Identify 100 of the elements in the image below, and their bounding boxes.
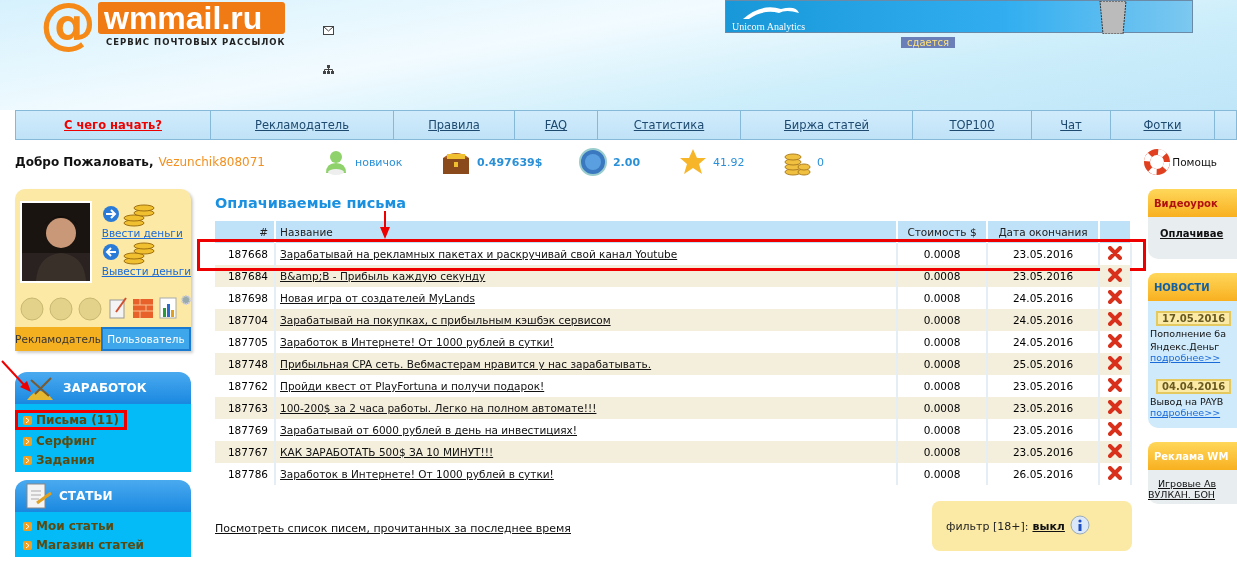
history-link[interactable]: Посмотреть список писем, прочитанных за последнее время xyxy=(215,522,571,535)
table-cell: 187763 xyxy=(215,397,275,419)
deposit-link[interactable]: Ввести деньги xyxy=(101,227,191,239)
nav-link[interactable]: С чего начать? xyxy=(16,111,211,139)
delete-icon[interactable] xyxy=(1108,466,1122,480)
bullet-icon xyxy=(23,455,32,465)
mail-link[interactable]: Заработок в Интернете! От 1000 рублей в сутки! xyxy=(280,336,554,348)
username: Vezunchik808071 xyxy=(158,155,265,169)
delete-icon[interactable] xyxy=(1108,334,1122,348)
mail-link[interactable]: Заработок в Интернете! От 1000 рублей в сутки! xyxy=(280,468,554,480)
stat-value: 0 xyxy=(816,155,824,169)
table-cell: 187748 xyxy=(215,353,275,375)
annotation-arrow xyxy=(0,359,34,393)
mail-link[interactable]: Пройди квест от PlayFortuna и получи подарок! xyxy=(280,380,545,392)
section-title: СТАТЬИ xyxy=(59,489,113,503)
nav-link[interactable]: Правила xyxy=(394,111,515,139)
menu-item[interactable]: Письма (11) xyxy=(15,410,127,430)
arrow-right-icon xyxy=(101,205,120,223)
box-title: Видеоурок xyxy=(1154,197,1218,209)
bullet-icon xyxy=(23,436,32,446)
ad-link[interactable]: ВУЛКАН. БОН xyxy=(1148,489,1237,500)
box-title: НОВОСТИ xyxy=(1154,281,1210,293)
news-date: 17.05.2016 xyxy=(1156,311,1232,326)
withdraw-link[interactable]: Вывести деньги xyxy=(101,265,191,277)
logo-mark: @ xyxy=(40,0,96,55)
more-link[interactable]: подробнее>> xyxy=(1150,352,1221,363)
mail-link[interactable]: Зарабатывай от 6000 рублей в день на инвестициях! xyxy=(280,424,578,436)
table-cell: 24.05.2016 xyxy=(987,309,1099,331)
stat-value: 2.00 xyxy=(612,155,641,169)
menu-item[interactable]: Мои статьи xyxy=(15,518,122,534)
bullet-icon xyxy=(23,521,32,531)
filter-label: фильтр [18+]: xyxy=(946,519,1029,533)
notepad-icon xyxy=(108,296,128,320)
more-link[interactable]: подробнее>> xyxy=(1150,407,1221,418)
table-cell: 0.0008 xyxy=(897,463,987,485)
delete-icon[interactable] xyxy=(1108,378,1122,392)
credit-coin-icon xyxy=(578,148,607,176)
stat-value: новичок xyxy=(354,155,403,169)
news-text: Вывод на PAYB xyxy=(1150,396,1224,407)
delete-icon[interactable] xyxy=(1108,312,1122,326)
wastebasket-icon xyxy=(1098,1,1128,34)
mail-link[interactable]: B&amp;B - Прибыль каждую секунду xyxy=(280,270,486,282)
greeting: Добро Пожаловать, xyxy=(15,155,154,169)
bar-chart-icon xyxy=(157,296,178,320)
tagline: СЕРВИС ПОЧТОВЫХ РАССЫЛОК xyxy=(106,37,286,47)
bullet-icon xyxy=(23,540,32,550)
star-icon xyxy=(678,148,707,176)
stat-value: 0.497639$ xyxy=(476,155,543,169)
filter-toggle[interactable]: выкл xyxy=(1032,519,1065,533)
lifebuoy-icon[interactable] xyxy=(1144,149,1171,175)
nav-link[interactable]: Биржа статей xyxy=(741,111,913,139)
menu-item[interactable]: Серфинг xyxy=(15,433,105,449)
table-cell: 187767 xyxy=(215,441,275,463)
annotation-arrow xyxy=(379,211,391,239)
sitemap-icon[interactable] xyxy=(323,65,335,74)
nav-link[interactable]: Статистика xyxy=(598,111,741,139)
delete-icon[interactable] xyxy=(1108,400,1122,414)
mail-link[interactable]: Зарабатывай на рекламных пакетах и раскручивай свой канал Youtube xyxy=(280,248,678,260)
banner-text: Unicorn Analytics xyxy=(732,21,806,32)
table-cell: 0.0008 xyxy=(897,441,987,463)
table-cell: 0.0008 xyxy=(897,353,987,375)
delete-icon[interactable] xyxy=(1108,290,1122,304)
info-icon[interactable] xyxy=(1068,515,1091,537)
help-link[interactable]: Помощь xyxy=(1172,156,1217,168)
delete-icon[interactable] xyxy=(1108,268,1122,282)
delete-icon[interactable] xyxy=(1108,246,1122,260)
table-cell: 25.05.2016 xyxy=(987,353,1099,375)
menu-item[interactable]: Задания xyxy=(15,452,103,468)
section-title: ЗАРАБОТОК xyxy=(63,381,147,395)
news-date: 04.04.2016 xyxy=(1156,379,1232,394)
menu-item[interactable]: Магазин статей xyxy=(15,537,152,553)
news-text: Яндекс.Деньг xyxy=(1150,341,1220,352)
nav-link[interactable]: Чат xyxy=(1032,111,1111,139)
coins-icon xyxy=(121,239,156,265)
brick-wall-icon xyxy=(132,296,154,320)
ad-link[interactable]: Игровые Ав xyxy=(1158,478,1237,489)
delete-icon[interactable] xyxy=(1108,356,1122,370)
table-cell: 23.05.2016 xyxy=(987,397,1099,419)
mail-icon[interactable] xyxy=(323,26,335,35)
box-title: Реклама WM xyxy=(1154,450,1229,462)
coins-icon xyxy=(121,201,156,227)
delete-icon[interactable] xyxy=(1108,444,1122,458)
video-link[interactable]: Оплачивае xyxy=(1160,228,1224,239)
nav-link[interactable]: TOP100 xyxy=(913,111,1032,139)
table-cell: 187684 xyxy=(215,265,275,287)
mail-link[interactable]: Новая игра от создателей MyLands xyxy=(280,292,475,304)
mail-link[interactable]: КАК ЗАРАБОТАТЬ 500$ ЗА 10 МИНУТ!!! xyxy=(280,446,494,458)
nav-link[interactable]: Фотки xyxy=(1111,111,1215,139)
delete-icon[interactable] xyxy=(1108,422,1122,436)
table-cell: 23.05.2016 xyxy=(987,441,1099,463)
nav-link[interactable]: Рекламодатель xyxy=(211,111,394,139)
table-cell: 187704 xyxy=(215,309,275,331)
page-title: Оплачиваемые письма xyxy=(215,195,408,211)
nav-link[interactable]: FAQ xyxy=(515,111,598,139)
bullet-icon xyxy=(23,415,32,425)
profile-tab[interactable]: Рекламодатель xyxy=(15,327,101,351)
table-cell: 26.05.2016 xyxy=(987,463,1099,485)
table-cell: 0.0008 xyxy=(897,309,987,331)
table-cell: 187786 xyxy=(215,463,275,485)
news-text: Пополнение ба xyxy=(1150,328,1227,339)
